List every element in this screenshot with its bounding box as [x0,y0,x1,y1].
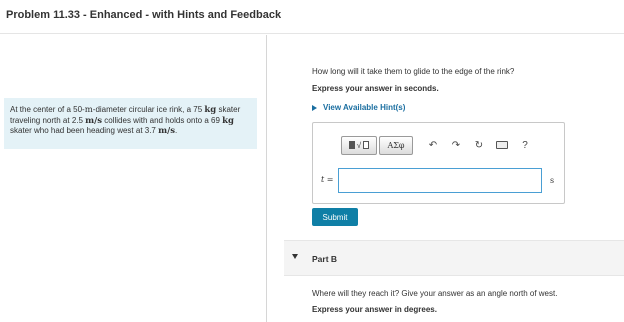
part-a-question: How long will it take them to glide to t… [312,67,515,76]
column-divider [266,35,267,322]
answer-editor: √ ΑΣφ ↶ ↷ ↻ ? t = s [312,122,565,204]
part-b-question: Where will they reach it? Give your answ… [312,289,558,298]
unit-label: s [550,176,555,185]
problem-text: At the center of a 50- [10,105,85,114]
keyboard-button[interactable] [492,136,512,155]
hints-link-label: View Available Hint(s) [323,103,406,112]
caret-right-icon [312,104,317,111]
unit-m: m [84,105,93,115]
unit-kg: kg [222,115,234,126]
greek-symbols-button[interactable]: ΑΣφ [379,135,413,155]
templates-button[interactable]: √ [341,135,377,155]
header-bar: Problem 11.33 - Enhanced - with Hints an… [0,0,624,34]
part-b-instruction: Express your answer in degrees. [312,305,437,314]
reset-icon[interactable]: ↻ [469,136,489,155]
page-title: Problem 11.33 - Enhanced - with Hints an… [6,9,282,21]
view-hints-link[interactable]: View Available Hint(s) [312,103,405,112]
problem-text: skater who had been heading west at 3.7 [10,126,159,135]
undo-icon[interactable]: ↶ [423,136,443,155]
part-b-label: Part B [312,254,338,264]
problem-statement: At the center of a 50-m-diameter circula… [4,98,257,149]
templates-radical-icon: √ [348,141,370,150]
problem-text: -diameter circular ice rink, a 75 [92,105,205,114]
part-a-instruction: Express your answer in seconds. [312,84,439,93]
part-b-header[interactable]: Part B [284,240,624,276]
caret-down-icon [292,254,298,259]
math-toolbar: √ ΑΣφ ↶ ↷ ↻ ? [341,135,538,155]
submit-button[interactable]: Submit [312,208,358,226]
unit-ms: m/s [85,115,103,126]
problem-text: collides with and holds onto a 69 [102,115,223,125]
problem-text: . [175,126,178,135]
unit-ms: m/s [158,126,175,136]
answer-input[interactable] [338,168,542,193]
keyboard-icon [496,141,508,149]
redo-icon[interactable]: ↷ [446,136,466,155]
variable-label: t = [321,175,334,184]
help-button[interactable]: ? [515,136,535,155]
unit-kg: kg [204,105,217,115]
